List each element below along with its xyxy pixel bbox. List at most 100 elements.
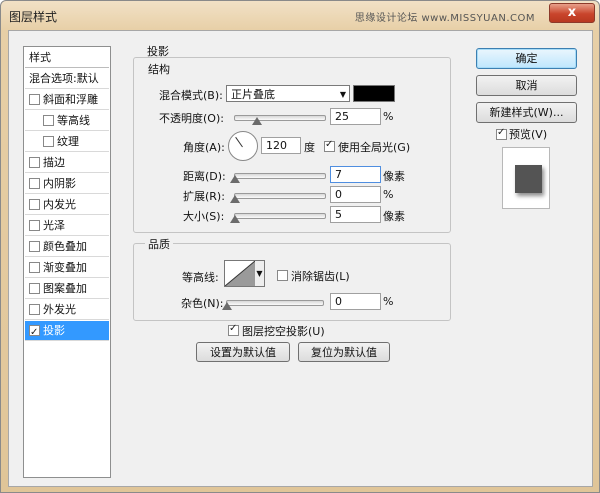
title-bar[interactable]: 图层样式 思缘设计论坛 www.MISSYUAN.COM x [1,1,599,29]
anti-aliased-checkbox[interactable] [277,270,288,281]
style-item-label: 内阴影 [43,177,76,190]
style-item-checkbox[interactable] [29,283,40,294]
style-item-checkbox[interactable] [43,136,54,147]
distance-unit: 像素 [383,170,405,183]
style-item-checkbox[interactable] [29,241,40,252]
style-item-checkbox[interactable] [29,94,40,105]
new-style-button[interactable]: 新建样式(W)... [476,102,577,123]
contour-picker[interactable] [224,260,256,287]
style-item-checkbox[interactable] [29,262,40,273]
spread-unit: % [383,188,394,201]
styles-header-label: 样式 [29,51,51,64]
angle-dial[interactable] [228,131,258,161]
contour-label: 等高线: [182,271,219,284]
size-label: 大小(S): [183,210,225,223]
opacity-slider-track[interactable] [234,115,326,121]
styles-header[interactable]: 样式 [25,48,109,68]
noise-slider-track[interactable] [226,300,324,306]
dialog-body: 样式 混合选项:默认斜面和浮雕等高线纹理描边内阴影内发光光泽颜色叠加渐变叠加图案… [8,30,593,487]
blend-mode-select[interactable]: 正片叠底 ▼ [226,85,350,102]
preview-label: 预览(V) [509,128,548,141]
style-item[interactable]: 颜色叠加 [25,237,109,257]
size-input[interactable]: 5 [330,206,381,223]
style-item-label: 图案叠加 [43,282,87,295]
cancel-button[interactable]: 取消 [476,75,577,96]
quality-title: 品质 [145,236,173,252]
global-light-checkbox[interactable] [324,139,335,152]
style-item[interactable]: 内发光 [25,195,109,215]
style-item[interactable]: 纹理 [25,132,109,152]
style-item-label: 内发光 [43,198,76,211]
size-unit: 像素 [383,210,405,223]
style-item[interactable]: 外发光 [25,300,109,320]
noise-label: 杂色(N): [181,297,224,310]
noise-unit: % [383,295,394,308]
anti-aliased-label: 消除锯齿(L) [291,270,350,283]
global-light-label: 使用全局光(G) [338,141,411,154]
distance-slider-thumb[interactable] [230,175,240,183]
style-preview [502,147,550,209]
contour-dropdown-arrow[interactable]: ▼ [255,260,265,287]
style-item[interactable]: 混合选项:默认 [25,69,109,89]
style-item-label: 纹理 [57,135,79,148]
opacity-label: 不透明度(O): [159,112,224,125]
style-item[interactable]: 渐变叠加 [25,258,109,278]
size-slider-thumb[interactable] [230,215,240,223]
preview-square [515,165,542,193]
styles-list: 样式 混合选项:默认斜面和浮雕等高线纹理描边内阴影内发光光泽颜色叠加渐变叠加图案… [23,46,111,478]
style-item[interactable]: 斜面和浮雕 [25,90,109,110]
style-item[interactable]: 等高线 [25,111,109,131]
style-item-checkbox[interactable] [29,157,40,168]
close-button[interactable]: x [549,3,595,23]
style-item[interactable]: 描边 [25,153,109,173]
style-item-label: 渐变叠加 [43,261,87,274]
chevron-down-icon: ▼ [339,90,346,99]
spread-slider-thumb[interactable] [230,195,240,203]
style-item-checkbox[interactable] [29,220,40,231]
size-slider-track[interactable] [234,213,326,219]
style-item-checkbox[interactable] [29,304,40,315]
window-title: 图层样式 [9,10,58,24]
spread-label: 扩展(R): [183,190,225,203]
style-item-label: 投影 [43,324,65,337]
style-item-label: 混合选项:默认 [29,72,99,85]
ok-button[interactable]: 确定 [476,48,577,69]
angle-dial-needle [235,136,243,148]
knockout-checkbox[interactable] [228,323,239,336]
style-item[interactable]: 光泽 [25,216,109,236]
shadow-color-swatch[interactable] [353,85,395,102]
style-item[interactable]: 投影 [25,321,109,341]
angle-unit: 度 [304,141,315,154]
blend-mode-value: 正片叠底 [231,88,275,101]
spread-input[interactable]: 0 [330,186,381,203]
style-item-checkbox[interactable] [43,115,54,126]
layer-style-dialog: 图层样式 思缘设计论坛 www.MISSYUAN.COM x 样式 混合选项:默… [0,0,600,493]
distance-input[interactable]: 7 [330,166,381,183]
distance-slider-track[interactable] [234,173,326,179]
style-item-label: 描边 [43,156,65,169]
angle-input[interactable]: 120 [261,137,301,154]
opacity-input[interactable]: 25 [330,108,381,125]
noise-input[interactable]: 0 [330,293,381,310]
make-default-button[interactable]: 设置为默认值 [196,342,290,362]
style-item-label: 等高线 [57,114,90,127]
style-item[interactable]: 内阴影 [25,174,109,194]
style-item-checkbox[interactable] [29,178,40,189]
noise-slider-thumb[interactable] [222,302,232,310]
style-item-label: 斜面和浮雕 [43,93,98,106]
reset-default-button[interactable]: 复位为默认值 [298,342,390,362]
preview-checkbox[interactable] [496,127,507,140]
watermark: 思缘设计论坛 www.MISSYUAN.COM [354,13,535,24]
style-item-checkbox[interactable] [29,199,40,210]
opacity-slider-thumb[interactable] [251,117,262,125]
spread-slider-track[interactable] [234,193,326,199]
blend-mode-label: 混合模式(B): [159,89,223,102]
contour-curve-icon [225,261,255,286]
distance-label: 距离(D): [183,170,226,183]
style-item-checkbox[interactable] [29,323,40,340]
knockout-label: 图层挖空投影(U) [242,325,325,338]
style-item-label: 光泽 [43,219,65,232]
style-item[interactable]: 图案叠加 [25,279,109,299]
structure-title: 结构 [145,61,173,77]
style-item-label: 颜色叠加 [43,240,87,253]
